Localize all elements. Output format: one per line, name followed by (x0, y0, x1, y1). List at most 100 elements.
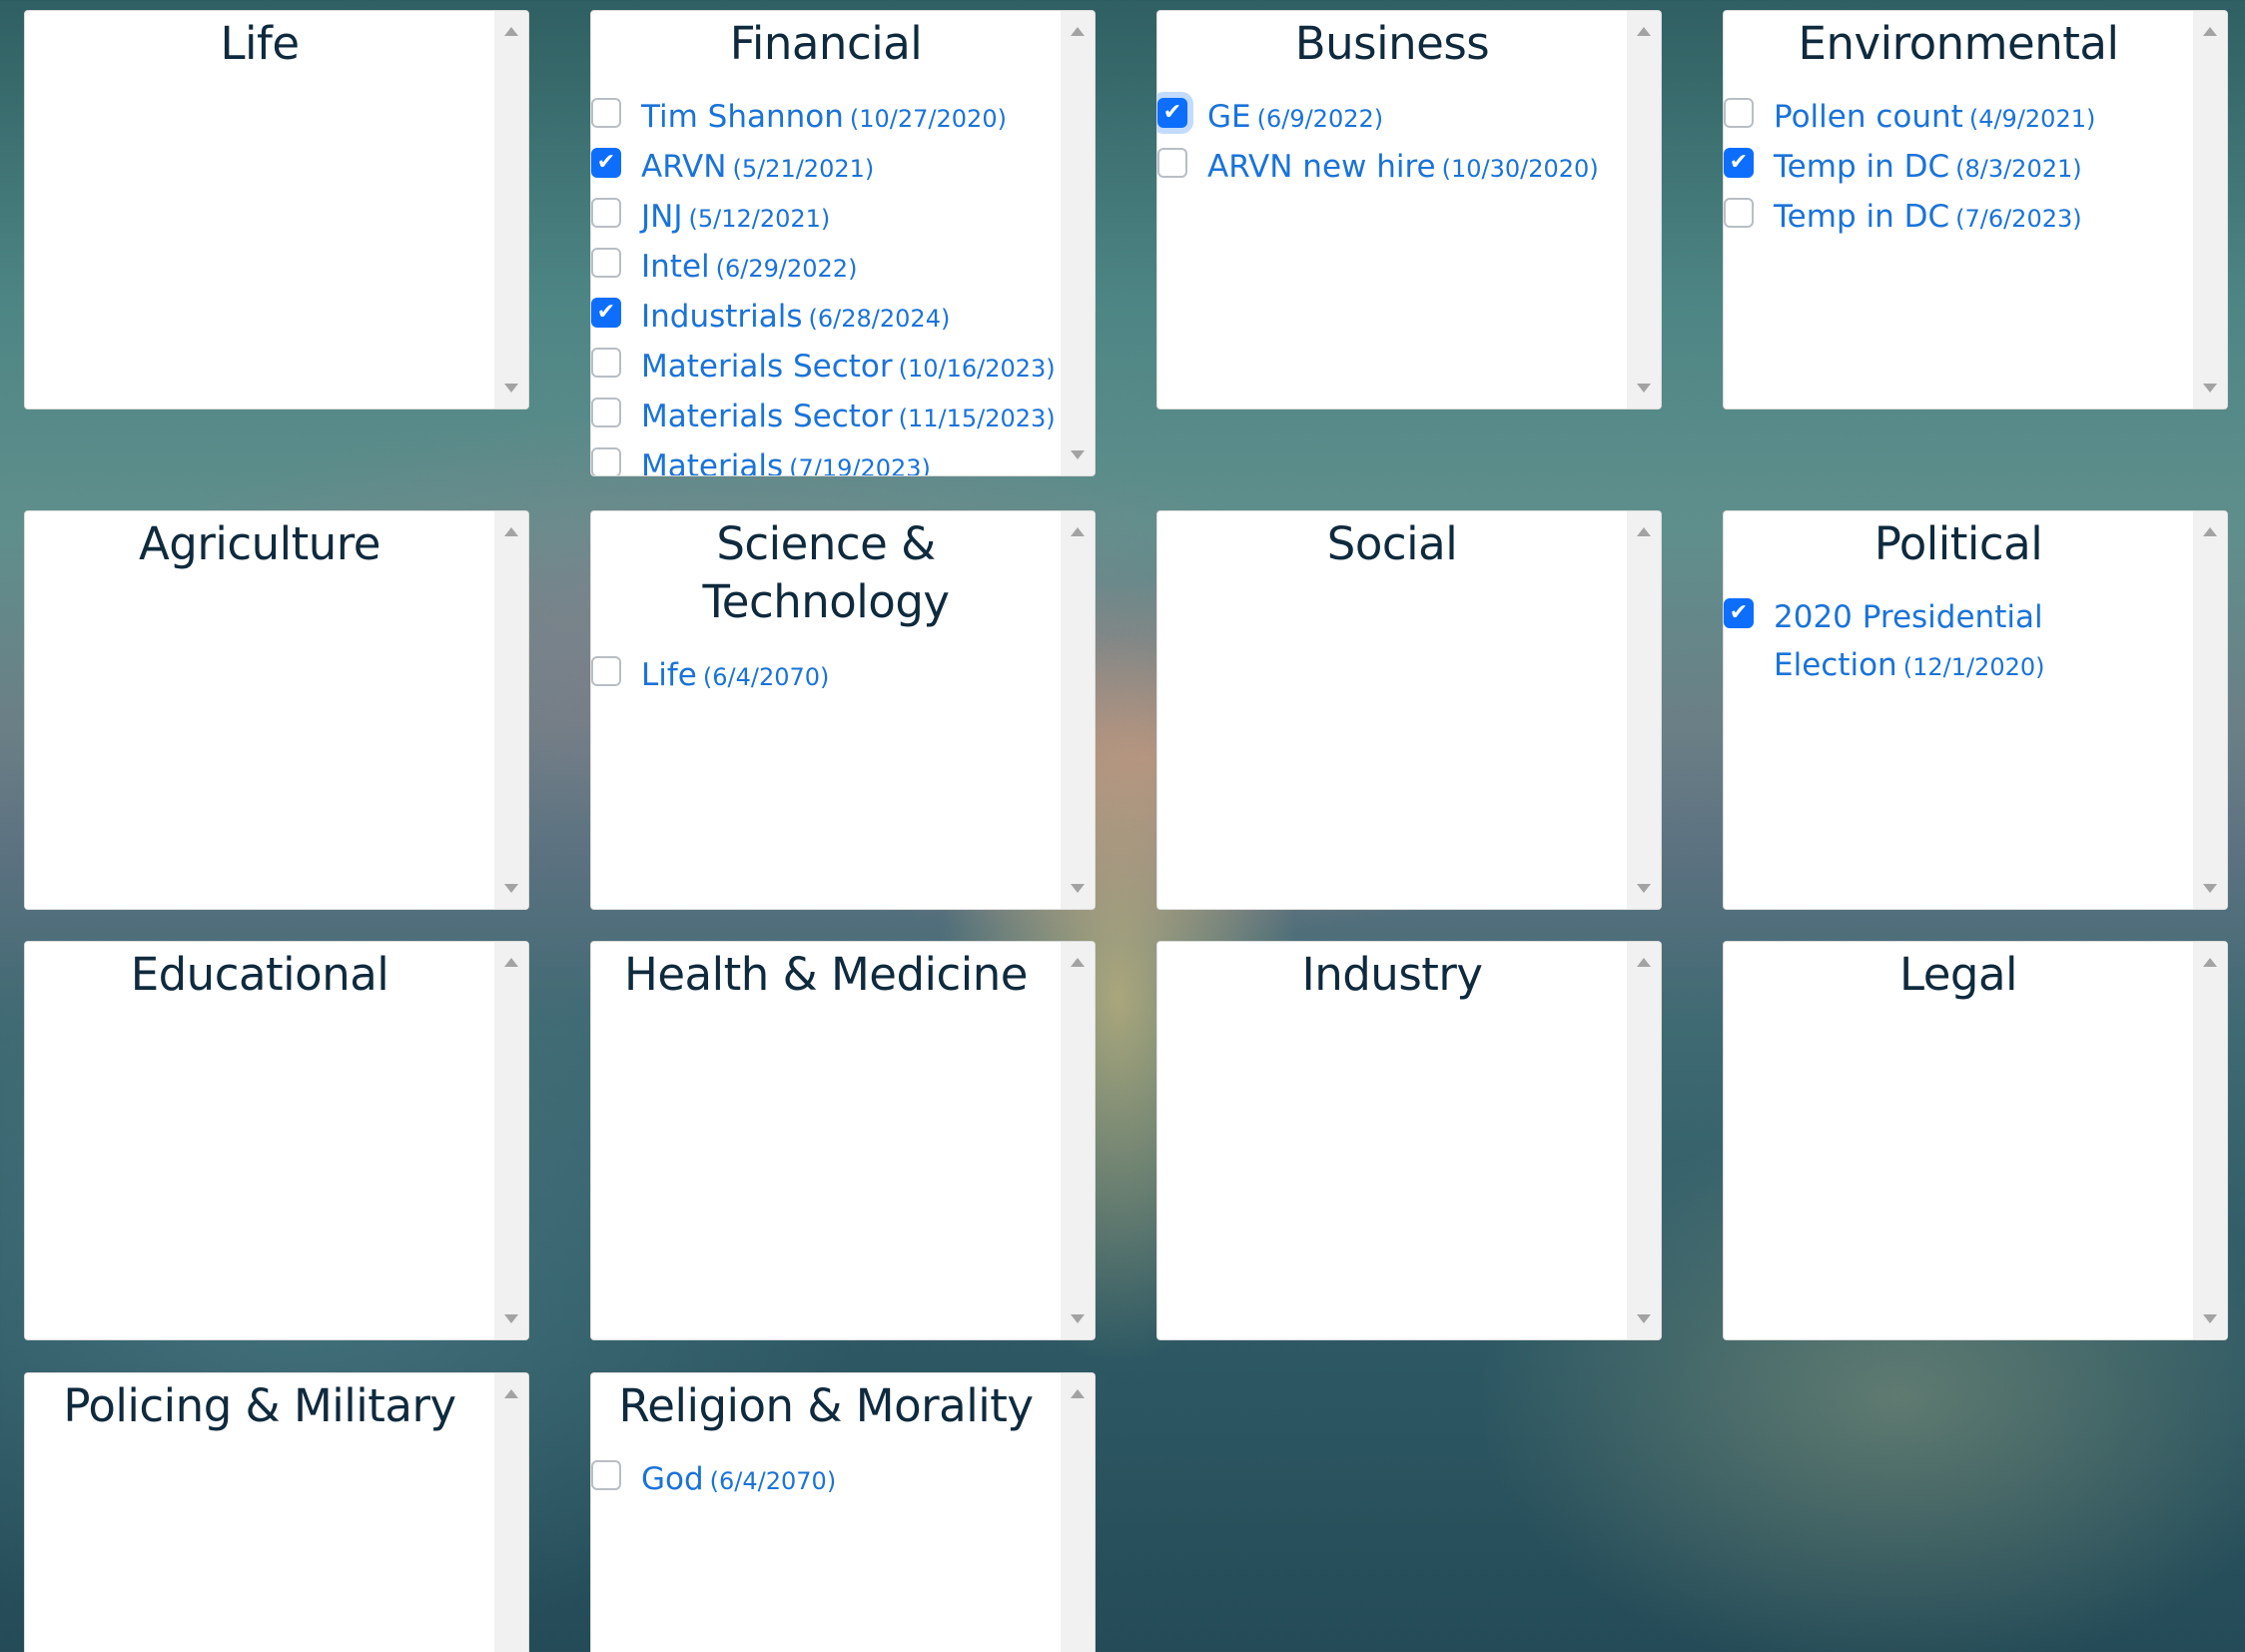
list-item[interactable]: Temp in DC (7/6/2023) (1724, 193, 2193, 243)
checkbox[interactable] (591, 398, 621, 427)
scrollbar[interactable] (2193, 11, 2227, 409)
scroll-up-arrow-icon[interactable] (1637, 27, 1651, 36)
item-label-link[interactable]: God (6/4/2070) (641, 1455, 836, 1505)
scroll-up-arrow-icon[interactable] (1071, 527, 1085, 536)
scrollbar[interactable] (1061, 942, 1095, 1339)
checkbox[interactable] (591, 248, 621, 278)
item-label-link[interactable]: ARVN new hire (10/30/2020) (1207, 143, 1599, 193)
item-label-link[interactable]: Materials Sector (11/15/2023) (641, 393, 1056, 442)
checkbox[interactable] (1724, 98, 1754, 128)
scrollbar[interactable] (494, 511, 528, 909)
list-item[interactable]: ✔ 2020 Presidential Election (12/1/2020) (1724, 593, 2193, 691)
scrollbar[interactable] (1061, 11, 1095, 475)
list-item[interactable]: Pollen count (4/9/2021) (1724, 93, 2193, 143)
item-name: JNJ (641, 199, 683, 235)
checkbox[interactable] (591, 198, 621, 228)
list-item[interactable]: ✔ Industrials (6/28/2024) (591, 293, 1061, 343)
scroll-up-arrow-icon[interactable] (2203, 27, 2217, 36)
scroll-down-arrow-icon[interactable] (1071, 884, 1085, 893)
checkbox[interactable] (591, 348, 621, 378)
list-item[interactable]: ✔ ARVN (5/21/2021) (591, 143, 1061, 193)
item-label-link[interactable]: ARVN (5/21/2021) (641, 143, 874, 193)
item-label-link[interactable]: Materials Sector (10/16/2023) (641, 343, 1056, 393)
list-item[interactable]: God (6/4/2070) (591, 1455, 1061, 1505)
scrollbar[interactable] (1627, 11, 1661, 409)
item-label-link[interactable]: Industrials (6/28/2024) (641, 293, 950, 343)
scroll-down-arrow-icon[interactable] (2203, 1314, 2217, 1323)
scroll-down-arrow-icon[interactable] (2203, 384, 2217, 393)
item-label-link[interactable]: GE (6/9/2022) (1207, 93, 1383, 143)
scrollbar[interactable] (2193, 511, 2227, 909)
checkbox[interactable]: ✔ (1157, 98, 1187, 128)
scrollbar[interactable] (494, 942, 528, 1339)
scroll-up-arrow-icon[interactable] (1071, 1389, 1085, 1398)
panel-title: Educational (130, 948, 389, 1001)
item-label-link[interactable]: Materials (7/19/2023) (641, 442, 931, 475)
scroll-up-arrow-icon[interactable] (1637, 958, 1651, 967)
item-date: (11/15/2023) (898, 405, 1056, 432)
scroll-up-arrow-icon[interactable] (1637, 527, 1651, 536)
scroll-up-arrow-icon[interactable] (504, 27, 518, 36)
scroll-up-arrow-icon[interactable] (1071, 958, 1085, 967)
checkbox[interactable] (591, 98, 621, 128)
list-item[interactable]: Life (6/4/2070) (591, 651, 1061, 701)
item-name: ARVN new hire (1207, 149, 1436, 185)
scrollbar[interactable] (1627, 511, 1661, 909)
item-label-link[interactable]: Life (6/4/2070) (641, 651, 829, 701)
item-list: Tim Shannon (10/27/2020) ✔ ARVN (5/21/2021) J… (591, 93, 1061, 475)
checkbox[interactable] (1724, 198, 1754, 228)
scroll-down-arrow-icon[interactable] (504, 884, 518, 893)
scrollbar[interactable] (494, 1373, 528, 1652)
list-item[interactable]: Tim Shannon (10/27/2020) (591, 93, 1061, 143)
checkbox[interactable]: ✔ (1724, 148, 1754, 178)
item-label-link[interactable]: Temp in DC (8/3/2021) (1774, 143, 2082, 193)
scroll-down-arrow-icon[interactable] (2203, 884, 2217, 893)
item-label-link[interactable]: 2020 Presidential Election (12/1/2020) (1774, 593, 2193, 691)
scroll-down-arrow-icon[interactable] (1637, 384, 1651, 393)
panel-content: Business ✔ GE (6/9/2022) ARVN new hire (10/3… (1157, 11, 1627, 409)
item-label-link[interactable]: JNJ (5/12/2021) (641, 193, 830, 243)
list-item[interactable]: Materials Sector (11/15/2023) (591, 393, 1061, 442)
checkbox[interactable]: ✔ (591, 298, 621, 328)
list-item[interactable]: Intel (6/29/2022) (591, 243, 1061, 293)
list-item[interactable]: ✔ GE (6/9/2022) (1157, 93, 1627, 143)
scroll-down-arrow-icon[interactable] (504, 384, 518, 393)
list-item[interactable]: Materials (7/19/2023) (591, 442, 1061, 475)
scrollbar[interactable] (1627, 942, 1661, 1339)
scroll-up-arrow-icon[interactable] (2203, 958, 2217, 967)
item-list: ✔ GE (6/9/2022) ARVN new hire (10/30/2020) (1157, 93, 1627, 193)
scroll-down-arrow-icon[interactable] (1637, 1314, 1651, 1323)
scroll-down-arrow-icon[interactable] (504, 1314, 518, 1323)
scroll-down-arrow-icon[interactable] (1071, 1314, 1085, 1323)
scroll-up-arrow-icon[interactable] (1071, 27, 1085, 36)
item-label-link[interactable]: Pollen count (4/9/2021) (1774, 93, 2095, 143)
item-label-link[interactable]: Temp in DC (7/6/2023) (1774, 193, 2082, 243)
checkbox[interactable] (591, 656, 621, 686)
scroll-up-arrow-icon[interactable] (504, 527, 518, 536)
scroll-up-arrow-icon[interactable] (2203, 527, 2217, 536)
checkbox[interactable]: ✔ (591, 148, 621, 178)
item-label-link[interactable]: Tim Shannon (10/27/2020) (641, 93, 1007, 143)
scroll-up-arrow-icon[interactable] (504, 958, 518, 967)
list-item[interactable]: Materials Sector (10/16/2023) (591, 343, 1061, 393)
checkbox[interactable]: ✔ (1724, 598, 1754, 628)
item-label-link[interactable]: Intel (6/29/2022) (641, 243, 857, 293)
list-item[interactable]: ARVN new hire (10/30/2020) (1157, 143, 1627, 193)
scrollbar[interactable] (494, 11, 528, 409)
scroll-down-arrow-icon[interactable] (1071, 450, 1085, 459)
panel-political: Political ✔ 2020 Presidential Election (12… (1723, 510, 2228, 910)
item-date: (6/4/2070) (709, 1467, 837, 1495)
list-item[interactable]: JNJ (5/12/2021) (591, 193, 1061, 243)
panel-title: Policing & Military (63, 1379, 456, 1432)
checkbox[interactable] (591, 1460, 621, 1490)
scroll-down-arrow-icon[interactable] (1637, 884, 1651, 893)
checkbox[interactable] (591, 447, 621, 475)
list-item[interactable]: ✔ Temp in DC (8/3/2021) (1724, 143, 2193, 193)
scroll-up-arrow-icon[interactable] (504, 1389, 518, 1398)
scrollbar[interactable] (2193, 942, 2227, 1339)
scrollbar[interactable] (1061, 1373, 1095, 1652)
checkbox[interactable] (1157, 148, 1187, 178)
item-date: (7/6/2023) (1955, 205, 2082, 233)
scrollbar[interactable] (1061, 511, 1095, 909)
panel-title: Industry (1301, 948, 1483, 1001)
